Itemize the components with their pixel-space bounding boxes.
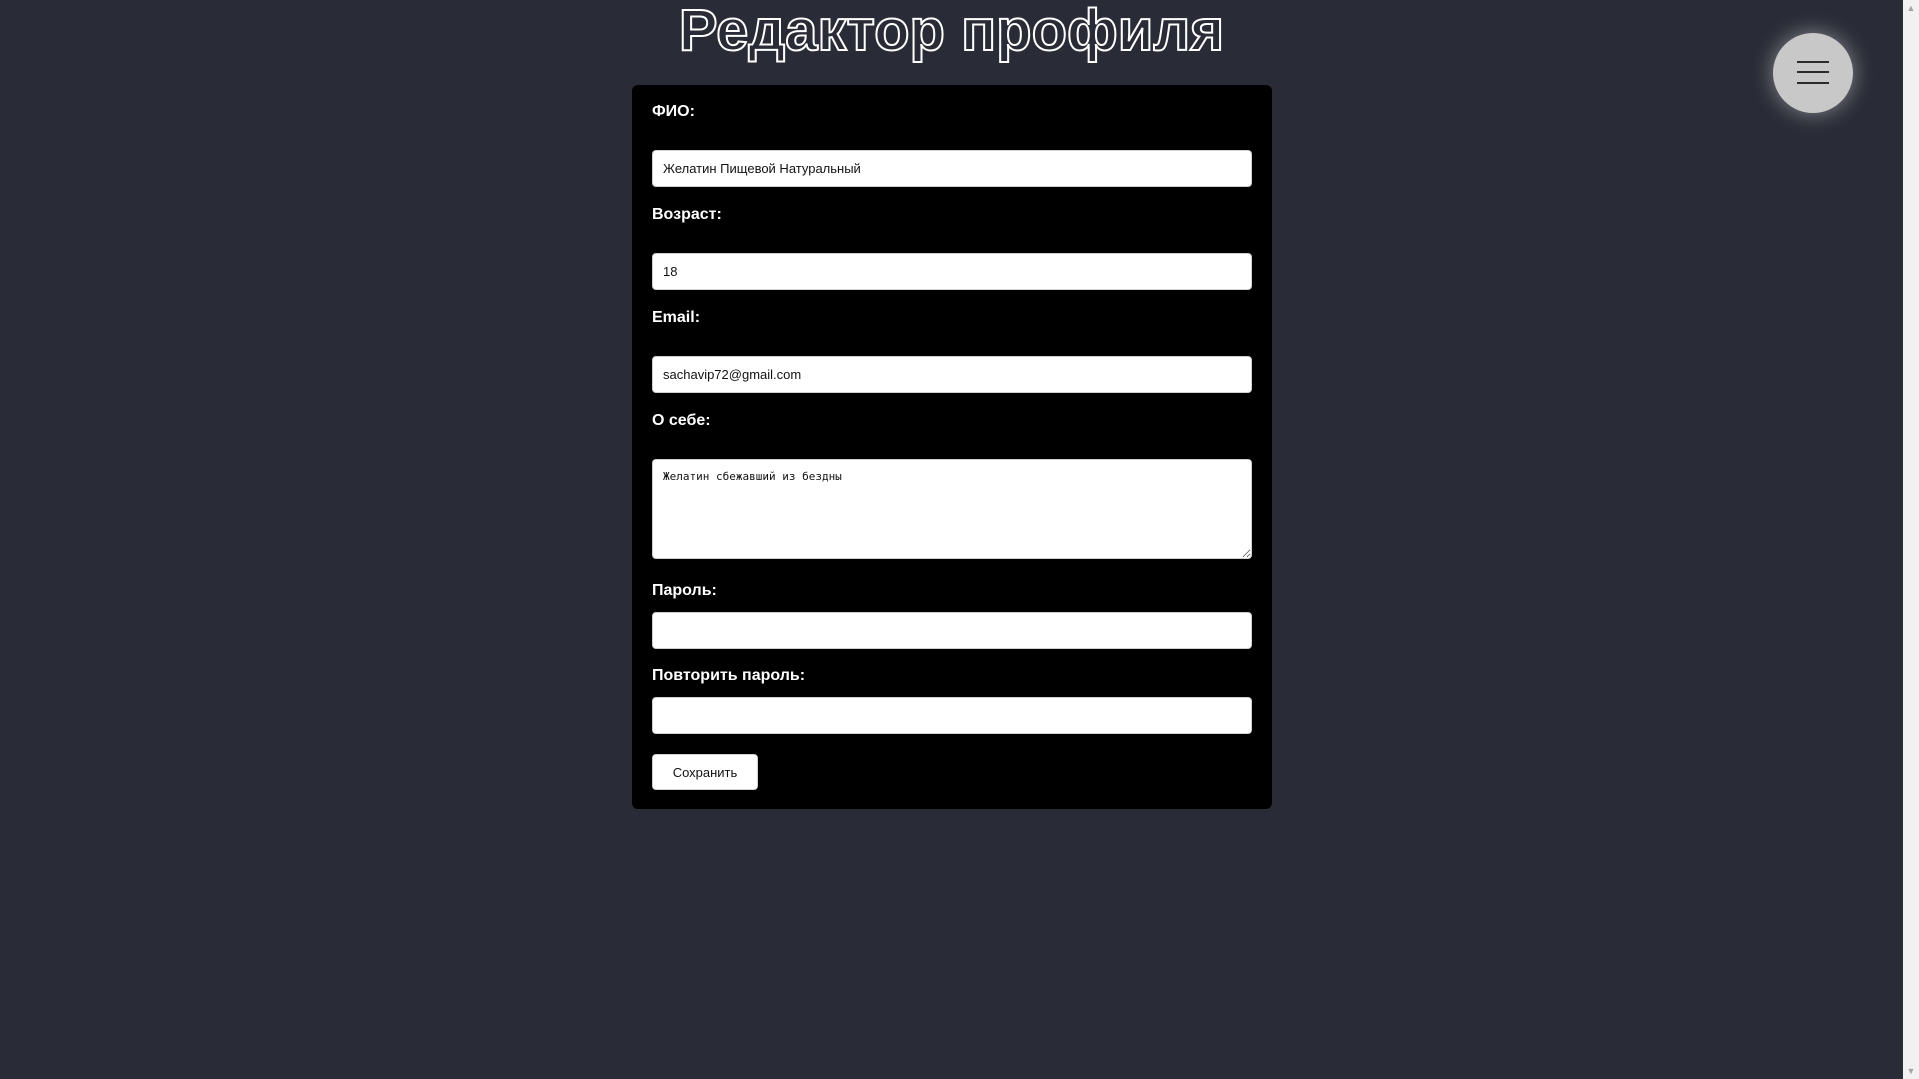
full-name-input[interactable] <box>652 150 1252 187</box>
profile-form: ФИО: Возраст: Email: О себе: Желатин сбе… <box>632 85 1272 809</box>
repeat-password-input[interactable] <box>652 697 1252 734</box>
scroll-up-arrow-icon[interactable]: ▲ <box>1903 0 1919 16</box>
about-label: О себе: <box>652 412 711 429</box>
hamburger-menu-icon <box>1797 61 1829 63</box>
hamburger-menu-icon-bar <box>1797 82 1829 84</box>
full-name-label: ФИО: <box>652 103 695 120</box>
page-title: Редактор профиля <box>678 0 1225 64</box>
hamburger-menu-icon-bar <box>1797 71 1829 73</box>
password-input[interactable] <box>652 612 1252 649</box>
email-label: Email: <box>652 309 701 326</box>
age-input[interactable] <box>652 253 1252 290</box>
age-label: Возраст: <box>652 206 722 223</box>
email-input[interactable] <box>652 356 1252 393</box>
password-label: Пароль: <box>652 582 717 599</box>
about-textarea[interactable]: Желатин сбежавший из бездны <box>652 459 1252 559</box>
scroll-down-arrow-icon[interactable]: ▼ <box>1903 1063 1919 1079</box>
menu-button[interactable] <box>1773 33 1853 113</box>
save-button[interactable]: Сохранить <box>652 754 758 790</box>
vertical-scrollbar[interactable]: ▲ ▼ <box>1903 0 1919 1079</box>
repeat-password-label: Повторить пароль: <box>652 667 806 684</box>
